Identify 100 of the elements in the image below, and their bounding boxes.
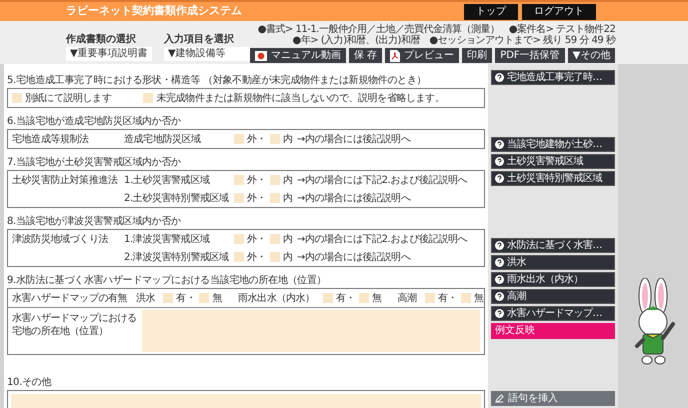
checkbox[interactable]	[359, 293, 370, 303]
pencil-icon	[495, 394, 504, 403]
select-field[interactable]: ▼建物設備等	[164, 47, 250, 61]
info-text: ●年> (入力)和暦、(出力)和暦 ●セッションアウトまで> 残り 59 分 49 秒	[292, 35, 616, 46]
section-title: 7.当該宅地が土砂災害警戒区域内か否か	[7, 156, 182, 169]
toolbar-button[interactable]: PDF一括保管	[495, 48, 565, 63]
video-icon	[255, 50, 267, 60]
help-button[interactable]: 高潮	[491, 289, 615, 304]
help-button[interactable]: 水害ハザードマップ…	[491, 306, 615, 321]
checkbox[interactable]	[234, 234, 244, 244]
help-icon	[495, 258, 504, 267]
section-title: 9.水防法に基づく水害ハザードマップにおける当該宅地の所在地（位置）	[7, 274, 328, 287]
selector-label: 作成書類の選択	[66, 34, 137, 45]
apply-example-button[interactable]: 例文反映	[491, 323, 615, 339]
help-icon	[495, 292, 504, 301]
option-label: 内	[283, 250, 293, 264]
row-sublabel: 造成宅地防災区域	[124, 132, 202, 146]
checkbox[interactable]	[461, 293, 472, 303]
toolbar-button[interactable]: プレビュー	[385, 48, 460, 63]
option-label: 別紙にて説明します	[25, 92, 112, 106]
row-label: 宅地の所在地（位置）	[12, 325, 108, 338]
insert-phrase-button[interactable]: 語句を挿入	[491, 391, 615, 406]
checkbox[interactable]	[143, 93, 154, 103]
checkbox[interactable]	[270, 234, 280, 244]
help-icon	[495, 174, 504, 183]
checkbox[interactable]	[270, 193, 280, 203]
help-button[interactable]: 土砂災害特別警戒区域	[491, 171, 615, 186]
option-label: 外・	[247, 250, 266, 264]
group-label: 雨水出水（内水）	[238, 292, 315, 306]
row-label: 水害ハザードマップにおける	[12, 312, 137, 325]
checkbox[interactable]	[234, 193, 244, 203]
option-label: 内	[283, 192, 293, 206]
select-field[interactable]: ▼重要事項説明書	[66, 47, 152, 61]
group-label: 洪水	[136, 292, 156, 306]
option-label: 外・	[247, 232, 266, 246]
row-note: →内の場合には後記説明へ	[296, 192, 410, 206]
help-button[interactable]: 洪水	[491, 255, 615, 270]
help-icon	[495, 241, 504, 250]
checkbox[interactable]	[270, 175, 280, 185]
toolbar-button[interactable]: 印刷	[462, 48, 492, 63]
option-label: 無	[474, 292, 484, 306]
row-label: 宅地造成等規制法	[12, 134, 89, 144]
row-note: →内の場合には下記2.および後記説明へ	[296, 174, 468, 188]
checkbox[interactable]	[270, 134, 280, 144]
row-label: 津波防災地域づくり法	[12, 234, 108, 244]
toolbar-button[interactable]: 保 存	[349, 48, 382, 63]
row-sublabel: 2.土砂災害特別警戒区域	[124, 192, 230, 206]
header-button[interactable]: ログアウト	[522, 4, 596, 20]
help-icon	[495, 309, 504, 318]
help-icon	[495, 140, 504, 149]
checkbox[interactable]	[270, 252, 280, 262]
help-button[interactable]: 水防法に基づく水害…	[491, 238, 615, 253]
toolbar-button[interactable]: マニュアル動画	[250, 48, 346, 63]
checkbox[interactable]	[322, 293, 333, 303]
pdf-icon	[390, 50, 400, 62]
checkbox[interactable]	[234, 134, 244, 144]
row-sublabel: 1.土砂災害警戒区域	[124, 174, 211, 188]
option-label: 有・	[176, 292, 196, 306]
option-label: 外・	[247, 174, 266, 188]
help-button[interactable]: 当該宅地建物が土砂…	[491, 137, 615, 152]
info-text: ●書式> 11-1.一般仲介用／土地／売買代金清算（測量） ●案件名> テスト物件22	[258, 24, 616, 35]
row-sublabel: 2.津波災害特別警戒区域	[124, 250, 230, 264]
toolbar-button[interactable]: ▼その他	[568, 48, 616, 63]
section-title: 10.その他	[7, 376, 52, 389]
option-label: 有・	[336, 292, 356, 306]
option-label: 有・	[438, 292, 458, 306]
option-label: 未完成物件または新規物件に該当しないので、説明を省略します。	[156, 92, 444, 106]
row-note: →内の場合には後記説明へ	[296, 250, 410, 264]
help-button[interactable]: 宅地造成工事完了時…	[491, 70, 615, 85]
row-note: →内の場合には下記2.および後記説明へ	[296, 232, 468, 246]
help-button[interactable]: 土砂災害警戒区域	[491, 154, 615, 169]
selector-label: 入力項目を選択	[164, 34, 235, 45]
checkbox[interactable]	[199, 293, 210, 303]
row-label: 土砂災害防止対策推進法	[12, 174, 118, 186]
option-label: 内	[283, 174, 293, 188]
checkbox[interactable]	[234, 175, 244, 185]
help-icon	[495, 157, 504, 166]
option-label: 外・	[247, 192, 266, 206]
app-title: ラビーネット契約書類作成システム	[66, 3, 242, 20]
row-note: →内の場合には後記説明へ	[296, 132, 410, 146]
option-label: 外・	[247, 132, 266, 146]
checkbox[interactable]	[163, 293, 174, 303]
header-button[interactable]: トップ	[464, 4, 518, 20]
help-icon	[495, 73, 504, 82]
checkbox[interactable]	[12, 93, 22, 103]
section-title: 5.宅地造成工事完了時における形状・構造等 （対象不動産が未完成物件または新規物件のとき）	[7, 74, 428, 87]
row-label: 水害ハザードマップの有無	[12, 292, 128, 304]
option-label: 無	[372, 292, 382, 306]
help-icon	[495, 275, 504, 284]
group-label: 高潮	[398, 292, 417, 306]
row-sublabel: 1.津波災害警戒区域	[124, 232, 211, 246]
option-label: 内	[283, 132, 293, 146]
checkbox[interactable]	[424, 293, 435, 303]
help-button[interactable]: 雨水出水（内水）	[491, 272, 615, 287]
text-area[interactable]	[142, 310, 480, 352]
section-title: 8.当該宅地が津波災害警戒区域内か否か	[7, 215, 182, 228]
option-label: 無	[212, 292, 222, 306]
section-title: 6.当該宅地が造成宅地防災区域内か否か	[7, 115, 182, 128]
checkbox[interactable]	[234, 252, 244, 262]
option-label: 内	[283, 232, 293, 246]
